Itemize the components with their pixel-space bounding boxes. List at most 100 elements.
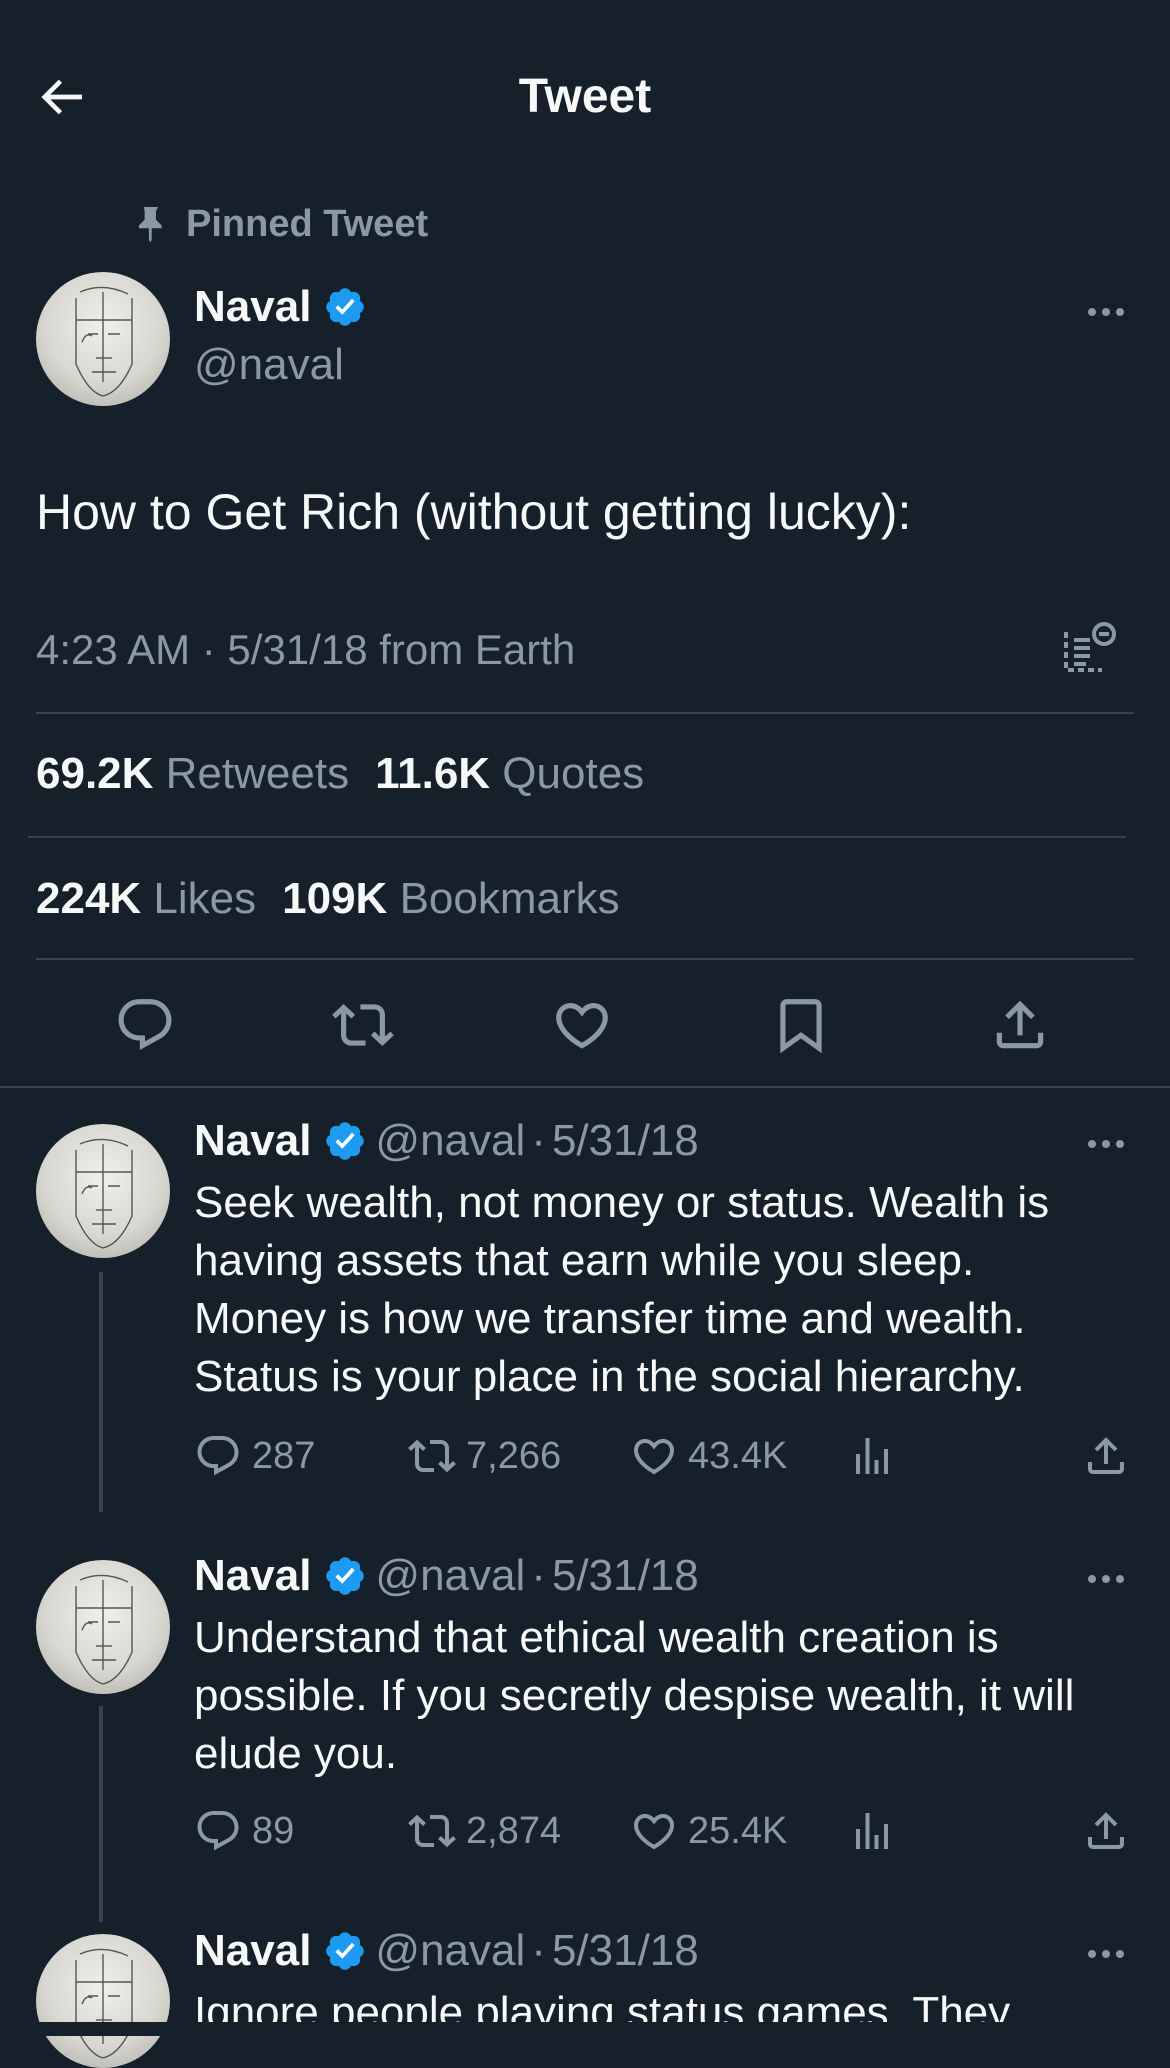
engagement-stats-row-1: 69.2K Retweets 11.6K Quotes bbox=[36, 744, 670, 804]
tweet-text: Seek wealth, not money or status. Wealth… bbox=[194, 1178, 1050, 1401]
avatar[interactable] bbox=[36, 272, 170, 406]
divider bbox=[0, 1086, 1170, 1088]
retweet-icon bbox=[408, 1432, 456, 1480]
reply-button[interactable]: 287 bbox=[194, 1426, 315, 1486]
like-button[interactable]: 25.4K bbox=[630, 1801, 787, 1861]
divider bbox=[28, 836, 1126, 838]
like-icon bbox=[551, 994, 613, 1056]
verified-badge-icon bbox=[323, 1929, 367, 1973]
reply-icon bbox=[114, 994, 176, 1056]
author-name: Naval bbox=[194, 1926, 312, 1975]
analytics-button[interactable] bbox=[1058, 620, 1118, 680]
retweet-count: 2,874 bbox=[466, 1809, 562, 1852]
avatar[interactable] bbox=[36, 1934, 170, 2068]
like-count: 25.4K bbox=[688, 1809, 788, 1852]
retweet-button[interactable]: 2,874 bbox=[408, 1801, 561, 1861]
author-name: Naval bbox=[194, 282, 312, 331]
avatar-image bbox=[36, 272, 170, 406]
pin-icon bbox=[138, 207, 162, 243]
views-button[interactable] bbox=[848, 1426, 896, 1486]
views-icon bbox=[848, 1807, 896, 1855]
author-handle: @naval bbox=[375, 1116, 526, 1165]
separator-dot: · bbox=[531, 1551, 546, 1600]
like-button[interactable]: 43.4K bbox=[630, 1426, 787, 1486]
author-name: Naval bbox=[194, 1551, 312, 1600]
main-tweet-author[interactable]: Naval bbox=[194, 282, 375, 332]
more-options-button[interactable] bbox=[1076, 1124, 1136, 1164]
reply-count: 287 bbox=[252, 1434, 316, 1477]
reply-author[interactable]: Naval @naval · 5/31/18 bbox=[194, 1926, 699, 1976]
retweet-icon bbox=[332, 994, 394, 1056]
retweets-label: Retweets bbox=[165, 749, 350, 798]
thread-connector bbox=[99, 1272, 103, 1512]
verified-badge-icon bbox=[323, 285, 367, 329]
verified-badge-icon bbox=[323, 1554, 367, 1598]
reply-author[interactable]: Naval @naval · 5/31/18 bbox=[194, 1551, 699, 1601]
pinned-tweet-label: Pinned Tweet bbox=[134, 198, 428, 250]
retweet-button[interactable] bbox=[328, 990, 398, 1060]
author-handle: @naval bbox=[375, 1926, 526, 1975]
share-button[interactable] bbox=[1082, 1801, 1130, 1861]
share-button[interactable] bbox=[1082, 1426, 1130, 1486]
reply-icon bbox=[194, 1432, 242, 1480]
more-options-button[interactable] bbox=[1076, 1934, 1136, 1974]
share-icon bbox=[1082, 1807, 1130, 1855]
engagement-stats-row-2: 224K Likes 109K Bookmarks bbox=[36, 869, 646, 929]
pinned-label-text: Pinned Tweet bbox=[186, 202, 429, 245]
tweet-meta: 4:23 AM · 5/31/18 from Earth bbox=[36, 626, 576, 673]
bookmark-icon bbox=[770, 994, 832, 1056]
more-options-button[interactable] bbox=[1076, 292, 1136, 332]
top-bar: Tweet bbox=[0, 0, 1170, 190]
author-name: Naval bbox=[194, 1116, 312, 1165]
tweet-actions: 89 2,874 25.4K bbox=[194, 1801, 1134, 1861]
share-icon bbox=[989, 994, 1051, 1056]
retweets-count: 69.2K bbox=[36, 749, 154, 798]
like-button[interactable] bbox=[547, 990, 617, 1060]
bookmark-button[interactable] bbox=[766, 990, 836, 1060]
bookmarks-label: Bookmarks bbox=[399, 874, 620, 923]
quotes-label: Quotes bbox=[502, 749, 645, 798]
likes-label: Likes bbox=[153, 874, 257, 923]
back-button[interactable] bbox=[30, 66, 92, 128]
retweets-stat[interactable]: 69.2K Retweets bbox=[36, 744, 349, 804]
avatar-image bbox=[36, 1124, 170, 1258]
separator-dot: · bbox=[531, 1116, 546, 1165]
screen-bottom-edge bbox=[0, 2022, 1170, 2036]
retweet-count: 7,266 bbox=[466, 1434, 562, 1477]
tweet-date: 5/31/18 bbox=[551, 1551, 699, 1600]
reply-icon bbox=[194, 1807, 242, 1855]
like-icon bbox=[630, 1807, 678, 1855]
more-icon bbox=[1082, 1120, 1130, 1168]
divider bbox=[36, 958, 1134, 960]
bookmarks-stat[interactable]: 109K Bookmarks bbox=[282, 869, 620, 929]
more-icon bbox=[1082, 1930, 1130, 1978]
reply-author[interactable]: Naval @naval · 5/31/18 bbox=[194, 1116, 699, 1166]
author-handle: @naval bbox=[375, 1551, 526, 1600]
avatar[interactable] bbox=[36, 1560, 170, 1694]
share-button[interactable] bbox=[985, 990, 1055, 1060]
avatar[interactable] bbox=[36, 1124, 170, 1258]
thread-connector bbox=[99, 1706, 103, 1922]
author-handle: @naval bbox=[194, 340, 344, 389]
likes-stat[interactable]: 224K Likes bbox=[36, 869, 256, 929]
page-title: Tweet bbox=[518, 70, 652, 123]
avatar-image bbox=[36, 1934, 170, 2068]
back-arrow-icon bbox=[41, 79, 82, 115]
tweet-actions: 287 7,266 43.4K bbox=[194, 1426, 1134, 1486]
likes-count: 224K bbox=[36, 874, 142, 923]
like-icon bbox=[630, 1432, 678, 1480]
more-icon bbox=[1082, 1555, 1130, 1603]
more-options-button[interactable] bbox=[1076, 1559, 1136, 1599]
retweet-icon bbox=[408, 1807, 456, 1855]
reply-button[interactable]: 89 bbox=[194, 1801, 294, 1861]
views-icon bbox=[848, 1432, 896, 1480]
views-button[interactable] bbox=[848, 1801, 896, 1861]
reply-button[interactable] bbox=[110, 990, 180, 1060]
more-icon bbox=[1082, 288, 1130, 336]
retweet-button[interactable]: 7,266 bbox=[408, 1426, 561, 1486]
bookmarks-count: 109K bbox=[282, 874, 388, 923]
share-icon bbox=[1082, 1432, 1130, 1480]
reply-count: 89 bbox=[252, 1809, 295, 1852]
tweet-date: 5/31/18 bbox=[551, 1116, 699, 1165]
quotes-stat[interactable]: 11.6K Quotes bbox=[375, 744, 644, 804]
